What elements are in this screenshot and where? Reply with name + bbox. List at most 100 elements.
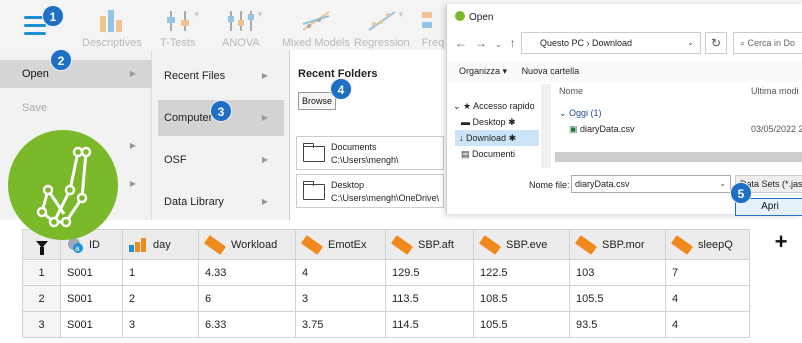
column-header-label: Workload: [231, 238, 278, 251]
command-bar: Organizza ▾ Nuova cartella: [447, 60, 802, 82]
table-cell[interactable]: 93.5: [569, 311, 666, 338]
descriptives-button[interactable]: Descriptives: [82, 8, 142, 49]
table-cell[interactable]: 122.5: [473, 259, 570, 286]
table-cell[interactable]: 3: [122, 311, 199, 338]
recent-files-label: Recent Files: [164, 70, 226, 82]
column-header-label: SBP.eve: [506, 238, 548, 251]
column-header-workload[interactable]: Workload: [198, 229, 296, 260]
table-cell[interactable]: 4: [295, 259, 386, 286]
column-header-label: SBP.mor: [602, 238, 645, 251]
regression-button[interactable]: ▼ Regression: [354, 8, 410, 49]
horizontal-scrollbar[interactable]: [555, 152, 802, 162]
column-header-name[interactable]: Nome: [559, 86, 583, 96]
table-cell[interactable]: S001: [60, 311, 123, 338]
column-header-label: EmotEx: [328, 238, 367, 251]
chevron-right-icon: ▶: [129, 141, 136, 150]
address-bar[interactable]: Questo PC › Download ⌄: [521, 32, 701, 54]
nav-quick-access[interactable]: ⌄ ★ Accesso rapido: [453, 98, 535, 114]
jasp-app-icon: [455, 11, 465, 21]
table-row: 2 S001 2 6 3 113.5 108.5 105.5 4: [22, 285, 750, 312]
forward-arrow-icon[interactable]: →: [475, 36, 487, 50]
navigation-pane: ⌄ ★ Accesso rapido ▬ Desktop ✱ ↓ Downloa…: [447, 86, 551, 166]
file-row-diarydata[interactable]: ▣ diaryData.csv: [569, 124, 635, 135]
dialog-title: Open: [469, 12, 494, 23]
pin-icon: ✱: [508, 117, 516, 127]
table-cell[interactable]: S001: [60, 285, 123, 312]
frequencies-label: Freq: [421, 37, 445, 49]
group-today[interactable]: ⌄ Oggi (1): [559, 108, 602, 119]
add-column-button[interactable]: +: [770, 231, 792, 254]
table-cell[interactable]: 103: [569, 259, 666, 286]
browse-button[interactable]: Browse: [298, 92, 336, 110]
menu-item-data-library[interactable]: Data Library ▶: [158, 184, 284, 220]
column-header-label: ID: [89, 238, 100, 251]
pin-icon: ✱: [508, 133, 517, 143]
scale-ruler-icon: [478, 234, 502, 255]
frequencies-button[interactable]: Freq: [418, 8, 448, 49]
column-header-sbp-eve[interactable]: SBP.eve: [473, 229, 570, 260]
chevron-down-icon[interactable]: ⌄: [495, 40, 502, 49]
mixed-models-button[interactable]: Mixed Models: [282, 8, 350, 49]
nav-scrollbar[interactable]: [541, 84, 551, 168]
table-cell[interactable]: 105.5: [569, 285, 666, 312]
back-arrow-icon[interactable]: ←: [455, 36, 467, 50]
chevron-right-icon: ▶: [261, 71, 268, 80]
up-arrow-icon[interactable]: ↑: [510, 36, 516, 50]
menu-item-save[interactable]: Save: [0, 94, 152, 122]
menu-item-recent-files[interactable]: Recent Files ▶: [158, 58, 284, 94]
table-cell[interactable]: 114.5: [385, 311, 474, 338]
menu-item-open-label: Open: [22, 68, 49, 80]
column-header-modified[interactable]: Ultima modi: [751, 86, 799, 96]
column-header-emotex[interactable]: EmotEx: [295, 229, 386, 260]
grid-header-row: a ID day Workload EmotEx SBP.aft SBP.eve …: [22, 229, 750, 260]
table-cell[interactable]: 105.5: [473, 311, 570, 338]
data-library-label: Data Library: [164, 196, 224, 208]
table-cell[interactable]: 4: [665, 311, 750, 338]
menu-item-open[interactable]: Open ▶: [0, 60, 152, 88]
chevron-right-icon: ▶: [129, 179, 136, 188]
table-cell[interactable]: 108.5: [473, 285, 570, 312]
table-cell[interactable]: 4: [665, 285, 750, 312]
chevron-down-icon[interactable]: ⌄: [687, 33, 694, 53]
column-header-sbp-aft[interactable]: SBP.aft: [385, 229, 474, 260]
row-number[interactable]: 3: [22, 311, 61, 338]
folder-icon: [303, 181, 325, 200]
anova-button[interactable]: ▼ ANOVA: [222, 8, 264, 49]
nav-desktop[interactable]: ▬ Desktop ✱: [461, 114, 516, 130]
scale-ruler-icon: [390, 234, 414, 255]
t-tests-button[interactable]: ▼ T-Tests: [160, 8, 201, 49]
column-header-label: day: [153, 238, 171, 251]
scale-ruler-icon: [670, 234, 694, 255]
search-field[interactable]: ⌕ Cerca in Do: [733, 32, 802, 54]
new-folder-button[interactable]: Nuova cartella: [522, 66, 580, 76]
table-cell[interactable]: 113.5: [385, 285, 474, 312]
nav-documents[interactable]: ▤ Documenti: [461, 146, 515, 162]
table-cell[interactable]: 129.5: [385, 259, 474, 286]
column-header-sleepq[interactable]: sleepQ: [665, 229, 750, 260]
filename-input[interactable]: diaryData.csv ⌄: [571, 175, 731, 193]
table-cell[interactable]: 3.75: [295, 311, 386, 338]
table-cell[interactable]: 6: [198, 285, 296, 312]
frequencies-icon: [418, 8, 448, 34]
table-cell[interactable]: 6.33: [198, 311, 296, 338]
recent-folder-documents[interactable]: Documents C:\Users\mengh\: [296, 136, 444, 170]
row-number[interactable]: 2: [22, 285, 61, 312]
column-header-day[interactable]: day: [122, 229, 199, 260]
nav-documents-label: Documenti: [472, 149, 516, 159]
column-header-sbp-mor[interactable]: SBP.mor: [569, 229, 666, 260]
table-cell[interactable]: 2: [122, 285, 199, 312]
chevron-down-icon[interactable]: ⌄: [719, 176, 726, 192]
menu-item-osf[interactable]: OSF ▶: [158, 142, 284, 178]
table-cell[interactable]: 4.33: [198, 259, 296, 286]
chevron-right-icon: ▶: [261, 197, 268, 206]
table-cell[interactable]: 7: [665, 259, 750, 286]
organize-button[interactable]: Organizza ▾: [459, 66, 507, 76]
regression-label: Regression: [354, 37, 410, 49]
refresh-icon[interactable]: ↻: [705, 32, 727, 54]
table-cell[interactable]: 3: [295, 285, 386, 312]
nav-download[interactable]: ↓ Download ✱: [455, 130, 539, 146]
table-cell[interactable]: 1: [122, 259, 199, 286]
row-number[interactable]: 1: [22, 259, 61, 286]
table-cell[interactable]: S001: [60, 259, 123, 286]
recent-folder-desktop[interactable]: Desktop C:\Users\mengh\OneDrive\: [296, 174, 444, 208]
